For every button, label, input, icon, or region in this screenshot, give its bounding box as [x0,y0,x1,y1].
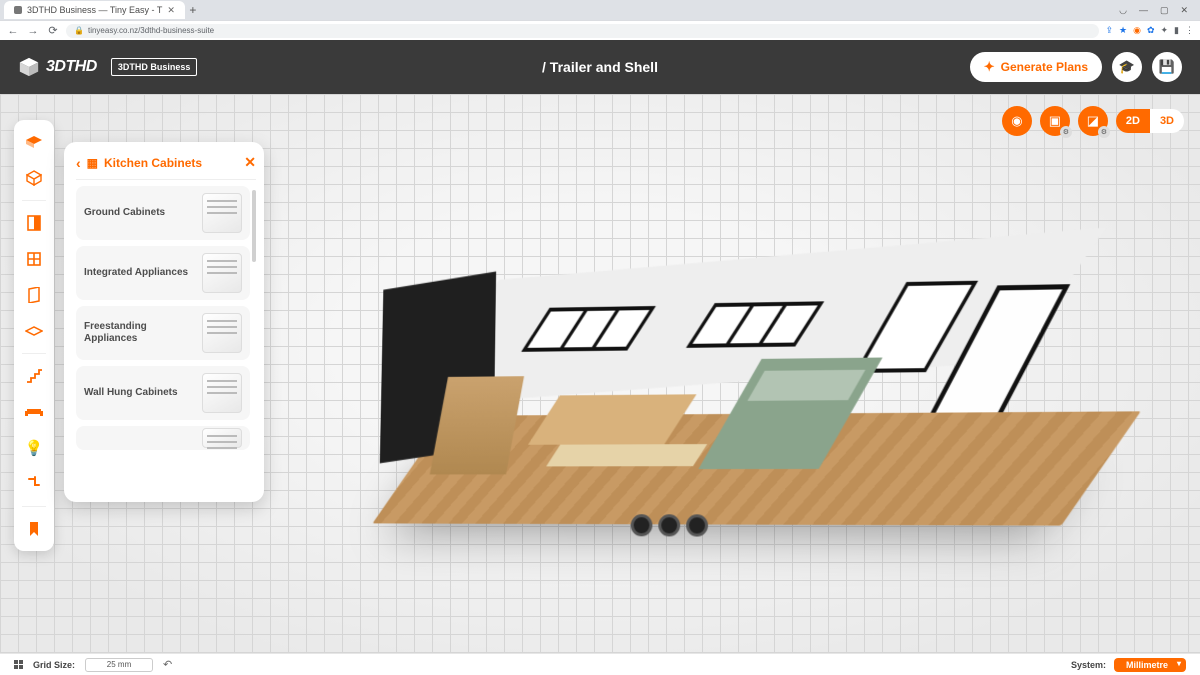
save-button[interactable]: 💾 [1152,52,1182,82]
category-item-next[interactable] [76,426,250,450]
new-tab-button[interactable]: + [185,3,201,17]
browser-tab[interactable]: 3DTHD Business — Tiny Easy - T ✕ [4,1,185,19]
category-thumb [202,373,242,413]
share-icon[interactable]: ⇪ [1105,25,1113,36]
panel-header: ‹ ▦ Kitchen Cabinets ✕ [76,154,256,180]
browser-chrome: 3DTHD Business — Tiny Easy - T ✕ + ◡ — ▢… [0,0,1200,40]
grid-icon[interactable] [14,660,23,669]
layers-button[interactable]: ▣ ⚙ [1040,106,1070,136]
system-label: System: [1071,660,1106,670]
tool-bookmark[interactable] [20,515,48,543]
logo[interactable]: 3DTHD [18,56,97,78]
window-maximize-icon[interactable]: ▢ [1160,5,1169,16]
tool-lighting[interactable]: 💡 [20,434,48,462]
url-text: tinyeasy.co.nz/3dthd-business-suite [88,26,214,35]
category-item-freestanding-appliances[interactable]: Freestanding Appliances [76,306,250,360]
gear-badge-icon: ⚙ [1060,126,1072,138]
category-item-integrated-appliances[interactable]: Integrated Appliances [76,246,250,300]
toolbar-row: ← → ⟳ 🔒 tinyeasy.co.nz/3dthd-business-su… [0,20,1200,40]
bench-element [546,444,707,466]
star-icon[interactable]: ★ [1119,25,1127,36]
view-2d-option[interactable]: 2D [1116,109,1150,133]
view-controls: ◉ ▣ ⚙ ◪ ⚙ 2D 3D [1002,106,1184,136]
view-3d-option[interactable]: 3D [1150,109,1184,133]
app-header: 3DTHD 3DTHD Business / Trailer and Shell… [0,40,1200,94]
logo-cube-icon [18,56,40,78]
puzzle-icon[interactable]: ✦ [1161,25,1169,36]
tool-shell[interactable] [20,164,48,192]
system-select[interactable]: Millimetre [1114,658,1186,672]
tool-stairs[interactable] [20,362,48,390]
tool-furniture[interactable] [20,398,48,426]
forward-icon[interactable]: → [26,25,40,37]
tab-close-icon[interactable]: ✕ [167,5,175,16]
category-panel: ‹ ▦ Kitchen Cabinets ✕ Ground Cabinets I… [64,142,264,502]
tab-title: 3DTHD Business — Tiny Easy - T [27,5,162,15]
lock-icon: 🔒 [74,26,84,35]
tool-plumbing[interactable] [20,470,48,498]
status-bar: Grid Size: 25 mm ↶ System: Millimetre [0,653,1200,675]
window-close-icon[interactable]: ✕ [1180,5,1188,16]
undo-icon[interactable]: ↶ [163,658,172,671]
profile-icon[interactable]: ▮ [1174,25,1179,36]
generate-plans-label: Generate Plans [1001,60,1088,74]
window-minimize-icon[interactable]: — [1139,5,1148,16]
tab-favicon [14,6,22,14]
address-bar[interactable]: 🔒 tinyeasy.co.nz/3dthd-business-suite [66,24,1099,38]
category-item-wall-hung-cabinets[interactable]: Wall Hung Cabinets [76,366,250,420]
extension-icons: ⇪ ★ ◉ ✿ ✦ ▮ ⋮ [1105,25,1194,36]
tool-door[interactable] [20,209,48,237]
breadcrumb: / Trailer and Shell [542,59,658,75]
category-thumb [202,428,242,448]
model-3d-view [380,248,1103,557]
reload-icon[interactable]: ⟳ [46,24,60,37]
cube-icon: ▣ [1049,113,1061,129]
ext-dot-icon[interactable]: ◉ [1133,25,1141,36]
scrollbar-thumb[interactable] [252,190,256,262]
panel-list: Ground Cabinets Integrated Appliances Fr… [76,186,256,494]
trailer-wheels [631,514,708,536]
grid-size-input[interactable]: 25 mm [85,658,153,672]
panel-title: Kitchen Cabinets [104,156,202,170]
category-item-ground-cabinets[interactable]: Ground Cabinets [76,186,250,240]
save-icon: 💾 [1159,59,1175,75]
category-thumb [202,193,242,233]
tool-window[interactable] [20,245,48,273]
camera-icon: ◉ [1011,113,1022,129]
category-thumb [202,313,242,353]
tab-strip: 3DTHD Business — Tiny Easy - T ✕ + ◡ — ▢… [0,0,1200,20]
render-button[interactable]: ◪ ⚙ [1078,106,1108,136]
view-2d-3d-toggle[interactable]: 2D 3D [1116,109,1184,133]
tool-panel[interactable] [20,281,48,309]
panel-back-icon[interactable]: ‹ [76,155,81,171]
panel-close-icon[interactable]: ✕ [244,154,256,171]
back-icon[interactable]: ← [6,25,20,37]
menu-icon[interactable]: ⋮ [1185,25,1194,36]
generate-plans-button[interactable]: ✦ Generate Plans [970,52,1102,82]
camera-button[interactable]: ◉ [1002,106,1032,136]
tool-trailer[interactable] [20,128,48,156]
kitchen-icon: ▦ [87,156,98,170]
tool-floor[interactable] [20,317,48,345]
graduation-cap-icon: 🎓 [1119,59,1135,75]
category-thumb [202,253,242,293]
account-icon[interactable]: ◡ [1119,5,1127,16]
sparkle-icon: ✦ [984,59,995,75]
box-icon: ◪ [1087,113,1099,129]
gear-badge-icon: ⚙ [1098,126,1110,138]
app-root: 3DTHD 3DTHD Business / Trailer and Shell… [0,40,1200,675]
business-badge[interactable]: 3DTHD Business [111,58,198,76]
learn-button[interactable]: 🎓 [1112,52,1142,82]
logo-text: 3DTHD [46,58,97,76]
grid-size-label: Grid Size: [33,660,75,670]
lightbulb-icon: 💡 [25,439,44,457]
ext-gear-icon[interactable]: ✿ [1147,25,1155,36]
left-toolbar: 💡 [14,120,54,551]
